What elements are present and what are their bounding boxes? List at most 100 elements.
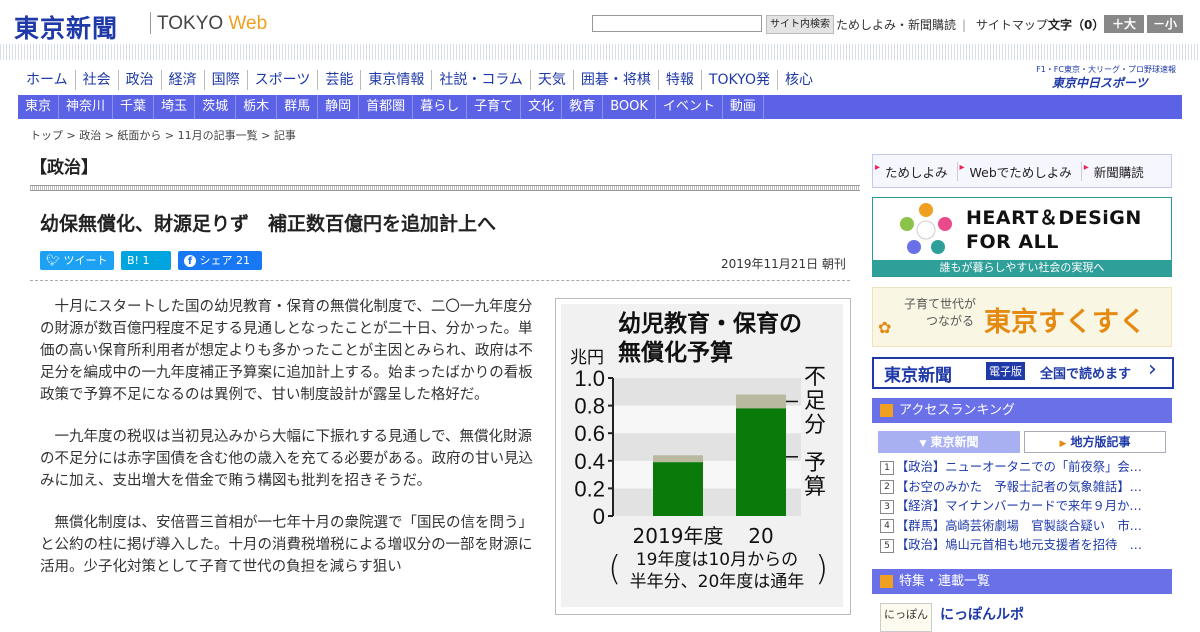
y-tick-label: 0.6 [574,421,605,446]
hd-line2: FOR ALL [966,231,1059,253]
flower-icon: ✿ [878,318,892,337]
main-nav-item[interactable]: 核心 [776,70,820,90]
article-body: 十月にスタートした国の幼児教育・保育の無償化制度で、二〇一九年度分の財源が数百億… [40,296,538,598]
hatena-bookmark-button[interactable]: B! 1 [121,251,171,270]
ranking-item-title: 【政治】鳩山元首相も地元支援者を招待 … [896,538,1142,552]
main-nav-item[interactable]: 社会 [74,70,118,90]
site-logo[interactable]: 東京新聞 [14,9,118,45]
search-input[interactable] [592,15,762,32]
ranking-item[interactable]: 4 【群馬】高崎芸術劇場 官製談合疑い 市… [880,517,1168,537]
sk-line2: つながる [926,314,975,328]
ranking-number: 3 [880,499,894,514]
feature-thumbnail[interactable]: にっぽん [880,603,932,632]
y-tick-label: 0 [593,504,605,529]
tokyo-web-logo[interactable]: TOKYO Web [157,13,267,35]
facebook-share-label: シェア 21 [199,254,251,267]
logo-web-text: Web [228,13,268,34]
chevron-right-icon: › [1148,357,1157,382]
main-nav-item[interactable]: 天気 [529,70,573,90]
region-nav-item[interactable]: 神奈川 [59,95,114,119]
note-paren-right: ) [815,549,829,589]
tab-regional-articles[interactable]: ▶ 地方版記事 [1024,431,1166,453]
main-nav-item[interactable]: 政治 [117,70,161,90]
tweet-button[interactable]: 🐦︎ ツイート [40,251,114,270]
ranking-item[interactable]: 3 【経済】マイナンバーカードで来年９月か… [880,497,1168,517]
main-nav: ホーム 社会 政治 経済 国際 スポーツ 芸能 東京情報 社説・コラム 天気 囲碁・将棋 特報 TOKY… [20,70,820,90]
region-nav-item[interactable]: BOOK [603,95,656,119]
trial-link[interactable]: ためしよみ [873,161,958,181]
region-nav-item[interactable]: 首都圏 [359,95,414,119]
font-larger-button[interactable]: ＋大 [1104,15,1144,33]
logo-divider [150,12,151,34]
legend-budget-label: 算 [804,475,826,500]
x-category-label: 2019年度 [633,524,724,548]
main-nav-item[interactable]: 芸能 [317,70,360,90]
region-nav-item[interactable]: 群馬 [277,95,319,119]
region-nav-item[interactable]: 暮らし [413,95,468,119]
ranking-item[interactable]: 1 【政治】ニューオータニでの「前夜祭」会… [880,458,1168,478]
ranking-number: 4 [880,519,894,533]
section-title: 【政治】 [30,158,98,178]
region-nav-item[interactable]: 教育 [562,95,604,119]
digital-edition-badge: 電子版 [986,362,1025,380]
dash-divider [30,280,850,281]
region-nav-item[interactable]: 子育て [467,95,522,119]
sitemap-link[interactable]: サイトマップ [976,18,1048,32]
region-nav-item[interactable]: イベント [656,95,723,119]
chunichi-sports-logo[interactable]: 東京中日スポーツ [1052,74,1148,91]
main-nav-item[interactable]: 経済 [160,70,204,90]
feature-title-link[interactable]: にっぽんルポ [940,604,1024,624]
y-tick-label: 1.0 [574,366,605,391]
site-search-button[interactable]: サイト内検索 [766,15,834,34]
digital-edition-text: 全国で読めます [1040,367,1132,382]
ranking-list: 1 【政治】ニューオータニでの「前夜祭」会… 2 【お空のみかた 予報士記者の気象雑話… [880,458,1168,556]
ranking-item-title: 【経済】マイナンバーカードで来年９月か… [896,499,1142,513]
article-paragraph: 一九年度の税収は当初見込みから大幅に下振れする見通しで、無償化財源の不足分には赤… [40,429,533,489]
features-header: 特集・連載一覧 [872,569,1172,594]
main-nav-item[interactable]: 東京情報 [360,70,431,90]
tab-regional-label: 地方版記事 [1070,435,1131,449]
ranking-item[interactable]: 5 【政治】鳩山元首相も地元支援者を招待 … [880,536,1168,556]
main-nav-item[interactable]: スポーツ [246,70,318,90]
main-nav-item[interactable]: 社説・コラム [431,70,530,90]
chart-note: 19年度は10月からの 半年分、20年度は通年 [612,549,822,593]
region-nav-item[interactable]: 静岡 [318,95,360,119]
main-nav-item[interactable]: 特報 [657,70,701,90]
region-nav-item[interactable]: 埼玉 [154,95,196,119]
region-nav-item[interactable]: 東京 [18,95,60,119]
font-smaller-button[interactable]: －小 [1147,15,1183,33]
region-nav-item[interactable]: 千葉 [113,95,155,119]
region-nav: 東京 神奈川 千葉 埼玉 茨城 栃木 群馬 静岡 首都圏 暮らし 子育て 文化 教育 BOOK イベント 動画 [18,95,1182,119]
main-nav-item[interactable]: 囲碁・将棋 [572,70,658,90]
twitter-bird-icon: 🐦︎ [46,254,60,267]
legend-shortfall-label: 足 [804,389,826,414]
region-nav-item[interactable]: 文化 [521,95,563,119]
region-nav-item[interactable]: 茨城 [195,95,237,119]
bar-shortfall [736,394,786,409]
web-trial-link[interactable]: Webでためしよみ [958,161,1082,181]
legend-budget-label: 予 [804,451,826,476]
ranking-item-title: 【政治】ニューオータニでの「前夜祭」会… [896,460,1142,474]
hd-line1: HEART＆DESiGN [966,207,1142,229]
region-nav-item[interactable]: 栃木 [236,95,278,119]
ranking-item[interactable]: 2 【お空のみかた 予報士記者の気象雑話】… [880,478,1168,498]
main-nav-item[interactable]: TOKYO発 [700,70,777,90]
sukusuku-tagline: 子育て世代が つながる [904,296,976,330]
chart-note-line1: 19年度は10月からの [635,550,799,570]
bar-budget [736,408,786,516]
ranking-bullet-icon [880,404,893,417]
chart-svg: 0 0.20.4 0.60.8 1.0 2019年度 20 不足分予算 [574,365,826,548]
main-nav-item[interactable]: 国際 [203,70,247,90]
trial-subscribe-link[interactable]: ためしよみ・新聞購読 [836,18,956,32]
y-tick-label: 0.2 [574,476,605,501]
tab-tokyo-shimbun[interactable]: ▼ 東京新聞 [878,431,1020,453]
y-tick-label: 0.8 [574,394,605,419]
legend-shortfall-label: 分 [804,413,826,438]
region-nav-item[interactable]: 動画 [723,95,764,119]
bar-shortfall [653,455,703,463]
breadcrumb[interactable]: トップ > 政治 > 紙面から > 11月の記事一覧 > 記事 [30,127,296,143]
facebook-share-button[interactable]: f シェア 21 [178,251,262,270]
subscribe-link[interactable]: 新聞購読 [1082,162,1153,181]
main-nav-item[interactable]: ホーム [20,70,75,90]
header-divider [0,44,1200,60]
